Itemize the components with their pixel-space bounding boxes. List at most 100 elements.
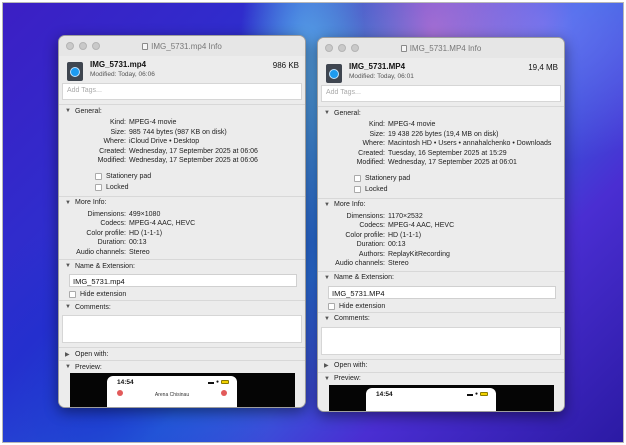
zoom-button[interactable] — [92, 42, 100, 50]
info-window-mp4[interactable]: IMG_5731.mp4 Info IMG_5731.mp4 Modified:… — [58, 35, 306, 408]
battery-icon — [221, 380, 229, 384]
name-extension-input[interactable]: IMG_5731.mp4 — [69, 274, 297, 287]
minimize-button[interactable] — [338, 44, 346, 52]
tags-input[interactable]: Add Tags... — [62, 83, 302, 100]
comments-textarea[interactable] — [62, 315, 302, 343]
name-extension-input[interactable]: IMG_5731.MP4 — [328, 285, 556, 299]
window-title: IMG_5731.mp4 Info — [142, 42, 222, 51]
info-row: Where: Macintosh HD • Users • annahalchen… — [362, 140, 552, 147]
video-file-icon — [67, 62, 83, 81]
close-button[interactable] — [325, 44, 333, 52]
chevron-down-icon[interactable]: ▼ — [65, 304, 72, 310]
locked-checkbox[interactable]: Locked — [354, 184, 564, 195]
preview-thumbnail: 14:54 ● — [366, 387, 496, 411]
window-title: IMG_5731.MP4 Info — [400, 44, 481, 53]
call-decline-icon — [221, 390, 227, 396]
info-window-MP4[interactable]: IMG_5731.MP4 Info IMG_5731.MP4 Modified:… — [317, 37, 565, 412]
info-row: Audio channels: Stereo — [335, 260, 409, 267]
section-preview[interactable]: ▼ Preview: — [318, 371, 564, 385]
desktop-background: IMG_5731.mp4 Info IMG_5731.mp4 Modified:… — [2, 2, 624, 443]
info-row: Kind: MPEG-4 movie — [369, 121, 436, 128]
signal-icon — [466, 392, 473, 396]
checkbox-box[interactable] — [328, 302, 335, 310]
status-icons: ● — [207, 379, 229, 385]
chevron-down-icon[interactable]: ▼ — [324, 202, 331, 208]
file-header: IMG_5731.MP4 Modified: Today, 06:01 19,4… — [318, 58, 564, 85]
checkbox-box[interactable] — [69, 291, 76, 298]
window-controls — [66, 42, 100, 50]
close-button[interactable] — [66, 42, 74, 50]
section-open-with[interactable]: ▶ Open with: — [318, 358, 564, 372]
chevron-down-icon[interactable]: ▼ — [324, 275, 331, 281]
document-icon — [142, 42, 149, 50]
section-comments[interactable]: ▼ Comments: — [318, 311, 564, 325]
file-size: 986 KB — [272, 61, 299, 70]
chevron-down-icon[interactable]: ▼ — [65, 364, 72, 370]
info-row: Color profile: HD (1-1-1) — [345, 231, 422, 239]
title-bar[interactable]: IMG_5731.MP4 Info — [318, 38, 564, 58]
section-preview[interactable]: ▼ Preview: — [59, 360, 305, 373]
info-row: Duration: 00:13 — [97, 239, 147, 246]
checkbox-box[interactable] — [354, 185, 361, 193]
more-info-rows: Dimensions: 499×1080 Codecs: MPEG-4 AAC, H… — [59, 209, 305, 260]
wifi-icon: ● — [215, 379, 219, 385]
chevron-down-icon[interactable]: ▼ — [65, 263, 72, 269]
info-row: Dimensions: 1170×2532 — [346, 212, 423, 220]
locked-checkbox[interactable]: Locked — [95, 182, 305, 193]
stationery-pad-checkbox[interactable]: Stationery pad — [95, 171, 305, 182]
chevron-down-icon[interactable]: ▼ — [65, 200, 72, 206]
section-general[interactable]: ▼ General: — [59, 104, 305, 117]
more-info-rows: Dimensions: 1170×2532 Codecs: MPEG-4 AAC, … — [318, 211, 564, 271]
stationery-pad-checkbox[interactable]: Stationery pad — [354, 173, 564, 184]
checkbox-box[interactable] — [95, 183, 102, 191]
preview-thumbnail: 14:54 ● Arena Chisinau — [107, 376, 237, 407]
section-more-info[interactable]: ▼ More Info: — [318, 197, 564, 211]
chevron-right-icon[interactable]: ▶ — [324, 362, 331, 369]
info-row: Size: 985 744 bytes (987 KB on disk) — [110, 128, 227, 136]
comments-textarea[interactable] — [321, 326, 561, 355]
info-row: Authors: ReplayKitRecording — [358, 250, 450, 258]
hide-extension-checkbox[interactable]: Hide extension — [318, 301, 564, 312]
info-row: Codecs: MPEG-4 AAC, HEVC — [100, 220, 196, 227]
chevron-down-icon[interactable]: ▼ — [65, 108, 72, 114]
section-comments[interactable]: ▼ Comments: — [59, 300, 305, 313]
info-row: Where: iCloud Drive • Desktop — [103, 138, 200, 145]
general-rows: Kind: MPEG-4 movie Size: 19 438 226 bytes … — [318, 119, 564, 170]
checkbox-box[interactable] — [354, 174, 361, 182]
file-name: IMG_5731.mp4 — [90, 60, 147, 69]
info-row: Created: Tuesday, 16 September 2025 at 15… — [358, 149, 507, 157]
chevron-down-icon[interactable]: ▼ — [324, 316, 331, 322]
section-open-with[interactable]: ▶ Open with: — [59, 347, 305, 360]
general-rows: Kind: MPEG-4 movie Size: 985 744 bytes (98… — [59, 117, 305, 168]
minimize-button[interactable] — [79, 42, 87, 50]
file-size: 19,4 MB — [528, 63, 558, 72]
general-checkboxes: Stationery pad Locked — [318, 170, 564, 198]
info-row: Codecs: MPEG-4 AAC, HEVC — [359, 222, 455, 229]
checkbox-box[interactable] — [95, 172, 102, 180]
section-general[interactable]: ▼ General: — [318, 106, 564, 119]
preview-clock: 14:54 — [376, 390, 393, 398]
info-row: Modified: Wednesday, 17 September 2025 at… — [97, 157, 258, 164]
section-name-extension[interactable]: ▼ Name & Extension: — [318, 270, 564, 284]
title-bar[interactable]: IMG_5731.mp4 Info — [59, 36, 305, 56]
section-name-extension[interactable]: ▼ Name & Extension: — [59, 259, 305, 272]
hide-extension-checkbox[interactable]: Hide extension — [59, 289, 305, 300]
info-row: Dimensions: 499×1080 — [87, 210, 161, 218]
general-checkboxes: Stationery pad Locked — [59, 168, 305, 196]
chevron-down-icon[interactable]: ▼ — [324, 110, 331, 116]
section-more-info[interactable]: ▼ More Info: — [59, 195, 305, 209]
preview-area: 14:54 ● — [318, 384, 564, 411]
zoom-button[interactable] — [351, 44, 359, 52]
info-row: Size: 19 438 226 bytes (19,4 MB on disk) — [369, 130, 499, 138]
document-icon — [400, 44, 407, 52]
file-header: IMG_5731.mp4 Modified: Today, 06:06 986 … — [59, 56, 305, 83]
modified-summary: Modified: Today, 06:01 — [349, 73, 414, 80]
chevron-right-icon[interactable]: ▶ — [65, 351, 72, 358]
modified-summary: Modified: Today, 06:06 — [90, 71, 155, 78]
preview-clock: 14:54 — [117, 379, 134, 386]
chevron-down-icon[interactable]: ▼ — [324, 376, 331, 382]
info-row: Duration: 00:13 — [356, 241, 406, 248]
status-icons: ● — [466, 391, 488, 397]
tags-input[interactable]: Add Tags... — [321, 85, 561, 102]
preview-area: 14:54 ● Arena Chisinau — [59, 373, 305, 407]
